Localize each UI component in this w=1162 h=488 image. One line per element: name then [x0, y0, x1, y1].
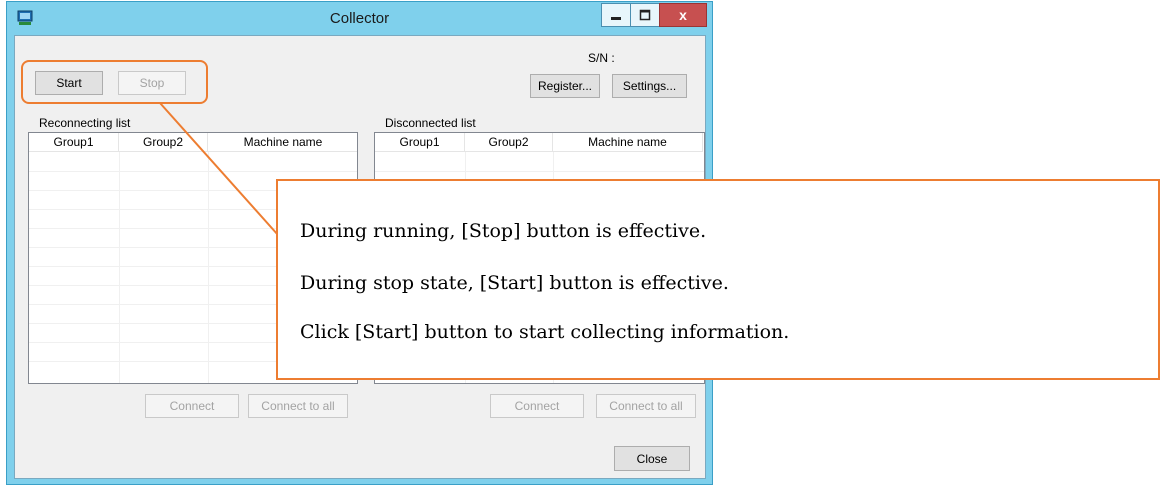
column-header-group1[interactable]: Group1 [375, 133, 465, 152]
register-button[interactable]: Register... [530, 74, 600, 98]
reconnecting-list-title: Reconnecting list [39, 116, 131, 130]
disconnected-connect-all-button[interactable]: Connect to all [596, 394, 696, 418]
close-button[interactable]: Close [614, 446, 690, 471]
minimize-button[interactable] [601, 3, 631, 27]
close-icon: x [679, 7, 687, 23]
reconnecting-connect-button[interactable]: Connect [145, 394, 239, 418]
grid-line [375, 171, 704, 172]
reconnecting-connect-all-button[interactable]: Connect to all [248, 394, 348, 418]
minimize-icon [611, 17, 621, 20]
column-header-group2[interactable]: Group2 [119, 133, 208, 152]
title-bar[interactable]: Collector x [7, 2, 712, 36]
maximize-button[interactable] [630, 3, 660, 27]
callout-line-1: During running, [Stop] button is effecti… [300, 220, 707, 242]
start-stop-highlight [21, 60, 208, 104]
grid-line [208, 152, 209, 383]
grid-line [29, 171, 357, 172]
callout-line-3: Click [Start] button to start collecting… [300, 321, 790, 343]
close-window-button[interactable]: x [659, 3, 707, 27]
column-header-machine-name[interactable]: Machine name [553, 133, 703, 152]
maximize-icon [639, 9, 651, 21]
column-header-machine-name[interactable]: Machine name [208, 133, 357, 152]
callout-line-2: During stop state, [Start] button is eff… [300, 272, 729, 294]
grid-line [119, 152, 120, 383]
disconnected-connect-button[interactable]: Connect [490, 394, 584, 418]
disconnected-list-title: Disconnected list [385, 116, 476, 130]
serial-number-label: S/N : [588, 51, 615, 65]
settings-button[interactable]: Settings... [612, 74, 687, 98]
column-header-group1[interactable]: Group1 [29, 133, 119, 152]
column-header-group2[interactable]: Group2 [465, 133, 553, 152]
